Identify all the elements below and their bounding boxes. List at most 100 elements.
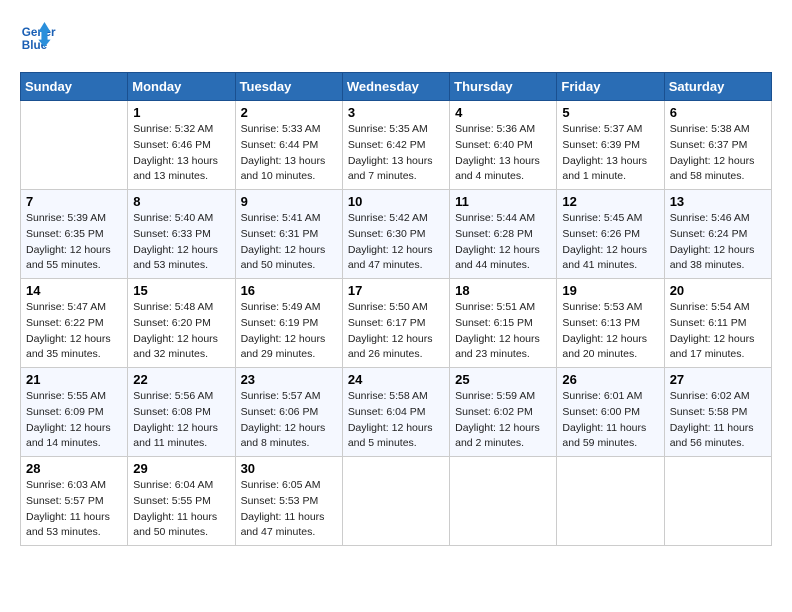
- day-detail: Sunrise: 5:32 AM Sunset: 6:46 PM Dayligh…: [133, 122, 229, 185]
- calendar-week-row: 28 Sunrise: 6:03 AM Sunset: 5:57 PM Dayli…: [21, 457, 772, 546]
- day-detail: Sunrise: 5:50 AM Sunset: 6:17 PM Dayligh…: [348, 300, 444, 363]
- calendar-cell: 13 Sunrise: 5:46 AM Sunset: 6:24 PM Dayli…: [664, 190, 771, 279]
- day-detail: Sunrise: 5:47 AM Sunset: 6:22 PM Dayligh…: [26, 300, 122, 363]
- calendar-cell: [664, 457, 771, 546]
- day-detail: Sunrise: 6:04 AM Sunset: 5:55 PM Dayligh…: [133, 478, 229, 541]
- day-detail: Sunrise: 5:41 AM Sunset: 6:31 PM Dayligh…: [241, 211, 337, 274]
- day-number: 5: [562, 105, 658, 120]
- day-detail: Sunrise: 5:49 AM Sunset: 6:19 PM Dayligh…: [241, 300, 337, 363]
- day-detail: Sunrise: 6:01 AM Sunset: 6:00 PM Dayligh…: [562, 389, 658, 452]
- day-number: 12: [562, 194, 658, 209]
- day-detail: Sunrise: 5:37 AM Sunset: 6:39 PM Dayligh…: [562, 122, 658, 185]
- calendar-cell: 8 Sunrise: 5:40 AM Sunset: 6:33 PM Daylig…: [128, 190, 235, 279]
- calendar-cell: 21 Sunrise: 5:55 AM Sunset: 6:09 PM Dayli…: [21, 368, 128, 457]
- day-detail: Sunrise: 6:02 AM Sunset: 5:58 PM Dayligh…: [670, 389, 766, 452]
- day-detail: Sunrise: 5:54 AM Sunset: 6:11 PM Dayligh…: [670, 300, 766, 363]
- calendar-cell: 26 Sunrise: 6:01 AM Sunset: 6:00 PM Dayli…: [557, 368, 664, 457]
- calendar-cell: 9 Sunrise: 5:41 AM Sunset: 6:31 PM Daylig…: [235, 190, 342, 279]
- day-detail: Sunrise: 5:36 AM Sunset: 6:40 PM Dayligh…: [455, 122, 551, 185]
- svg-text:General: General: [22, 26, 56, 39]
- day-number: 15: [133, 283, 229, 298]
- calendar-cell: 14 Sunrise: 5:47 AM Sunset: 6:22 PM Dayli…: [21, 279, 128, 368]
- calendar-cell: 7Sunrise: 5:39 AM Sunset: 6:35 PM Daylig…: [21, 190, 128, 279]
- day-number: 21: [26, 372, 122, 387]
- day-detail: Sunrise: 5:46 AM Sunset: 6:24 PM Dayligh…: [670, 211, 766, 274]
- day-detail: Sunrise: 5:39 AM Sunset: 6:35 PM Dayligh…: [26, 211, 122, 274]
- day-detail: Sunrise: 5:55 AM Sunset: 6:09 PM Dayligh…: [26, 389, 122, 452]
- day-number: 19: [562, 283, 658, 298]
- calendar-week-row: 1 Sunrise: 5:32 AM Sunset: 6:46 PM Daylig…: [21, 101, 772, 190]
- calendar-cell: 28 Sunrise: 6:03 AM Sunset: 5:57 PM Dayli…: [21, 457, 128, 546]
- calendar-cell: 3 Sunrise: 5:35 AM Sunset: 6:42 PM Daylig…: [342, 101, 449, 190]
- calendar-cell: 1 Sunrise: 5:32 AM Sunset: 6:46 PM Daylig…: [128, 101, 235, 190]
- day-number: 8: [133, 194, 229, 209]
- day-detail: Sunrise: 5:44 AM Sunset: 6:28 PM Dayligh…: [455, 211, 551, 274]
- calendar-week-row: 21 Sunrise: 5:55 AM Sunset: 6:09 PM Dayli…: [21, 368, 772, 457]
- day-number: 28: [26, 461, 122, 476]
- day-number: 1: [133, 105, 229, 120]
- day-detail: Sunrise: 5:45 AM Sunset: 6:26 PM Dayligh…: [562, 211, 658, 274]
- calendar-cell: 29 Sunrise: 6:04 AM Sunset: 5:55 PM Dayli…: [128, 457, 235, 546]
- calendar-cell: 11Sunrise: 5:44 AM Sunset: 6:28 PM Dayli…: [450, 190, 557, 279]
- day-number: 14: [26, 283, 122, 298]
- calendar-cell: 22 Sunrise: 5:56 AM Sunset: 6:08 PM Dayli…: [128, 368, 235, 457]
- logo: General Blue: [20, 20, 62, 56]
- weekday-header: Saturday: [664, 73, 771, 101]
- calendar-cell: 23Sunrise: 5:57 AM Sunset: 6:06 PM Dayli…: [235, 368, 342, 457]
- calendar-cell: 30 Sunrise: 6:05 AM Sunset: 5:53 PM Dayli…: [235, 457, 342, 546]
- calendar-week-row: 14 Sunrise: 5:47 AM Sunset: 6:22 PM Dayli…: [21, 279, 772, 368]
- day-number: 24: [348, 372, 444, 387]
- day-number: 6: [670, 105, 766, 120]
- day-number: 13: [670, 194, 766, 209]
- calendar-cell: 25 Sunrise: 5:59 AM Sunset: 6:02 PM Dayli…: [450, 368, 557, 457]
- day-detail: Sunrise: 5:38 AM Sunset: 6:37 PM Dayligh…: [670, 122, 766, 185]
- day-detail: Sunrise: 5:56 AM Sunset: 6:08 PM Dayligh…: [133, 389, 229, 452]
- calendar-cell: 16 Sunrise: 5:49 AM Sunset: 6:19 PM Dayli…: [235, 279, 342, 368]
- day-number: 26: [562, 372, 658, 387]
- calendar-cell: 2Sunrise: 5:33 AM Sunset: 6:44 PM Daylig…: [235, 101, 342, 190]
- day-number: 29: [133, 461, 229, 476]
- day-detail: Sunrise: 6:03 AM Sunset: 5:57 PM Dayligh…: [26, 478, 122, 541]
- day-detail: Sunrise: 5:42 AM Sunset: 6:30 PM Dayligh…: [348, 211, 444, 274]
- calendar-cell: 12 Sunrise: 5:45 AM Sunset: 6:26 PM Dayli…: [557, 190, 664, 279]
- weekday-header: Tuesday: [235, 73, 342, 101]
- day-detail: Sunrise: 5:58 AM Sunset: 6:04 PM Dayligh…: [348, 389, 444, 452]
- calendar-cell: [450, 457, 557, 546]
- calendar-header: SundayMondayTuesdayWednesdayThursdayFrid…: [21, 73, 772, 101]
- day-number: 23: [241, 372, 337, 387]
- weekday-header: Wednesday: [342, 73, 449, 101]
- calendar-cell: 6 Sunrise: 5:38 AM Sunset: 6:37 PM Daylig…: [664, 101, 771, 190]
- calendar-cell: 5 Sunrise: 5:37 AM Sunset: 6:39 PM Daylig…: [557, 101, 664, 190]
- day-number: 17: [348, 283, 444, 298]
- day-number: 4: [455, 105, 551, 120]
- weekday-header: Sunday: [21, 73, 128, 101]
- calendar-cell: [21, 101, 128, 190]
- calendar-cell: 24 Sunrise: 5:58 AM Sunset: 6:04 PM Dayli…: [342, 368, 449, 457]
- day-number: 20: [670, 283, 766, 298]
- day-detail: Sunrise: 5:53 AM Sunset: 6:13 PM Dayligh…: [562, 300, 658, 363]
- day-number: 22: [133, 372, 229, 387]
- weekday-header: Thursday: [450, 73, 557, 101]
- calendar-cell: 27 Sunrise: 6:02 AM Sunset: 5:58 PM Dayli…: [664, 368, 771, 457]
- day-number: 16: [241, 283, 337, 298]
- day-number: 25: [455, 372, 551, 387]
- day-number: 9: [241, 194, 337, 209]
- day-detail: Sunrise: 5:40 AM Sunset: 6:33 PM Dayligh…: [133, 211, 229, 274]
- day-number: 2: [241, 105, 337, 120]
- day-detail: Sunrise: 5:51 AM Sunset: 6:15 PM Dayligh…: [455, 300, 551, 363]
- day-detail: Sunrise: 6:05 AM Sunset: 5:53 PM Dayligh…: [241, 478, 337, 541]
- day-number: 3: [348, 105, 444, 120]
- calendar-cell: [342, 457, 449, 546]
- day-number: 10: [348, 194, 444, 209]
- day-number: 30: [241, 461, 337, 476]
- day-detail: Sunrise: 5:35 AM Sunset: 6:42 PM Dayligh…: [348, 122, 444, 185]
- day-number: 27: [670, 372, 766, 387]
- calendar-cell: 19 Sunrise: 5:53 AM Sunset: 6:13 PM Dayli…: [557, 279, 664, 368]
- calendar-cell: [557, 457, 664, 546]
- logo-icon: General Blue: [20, 20, 56, 56]
- calendar-cell: 17 Sunrise: 5:50 AM Sunset: 6:17 PM Dayli…: [342, 279, 449, 368]
- calendar-cell: 20 Sunrise: 5:54 AM Sunset: 6:11 PM Dayli…: [664, 279, 771, 368]
- day-detail: Sunrise: 5:59 AM Sunset: 6:02 PM Dayligh…: [455, 389, 551, 452]
- calendar-cell: 4 Sunrise: 5:36 AM Sunset: 6:40 PM Daylig…: [450, 101, 557, 190]
- calendar-cell: 15Sunrise: 5:48 AM Sunset: 6:20 PM Dayli…: [128, 279, 235, 368]
